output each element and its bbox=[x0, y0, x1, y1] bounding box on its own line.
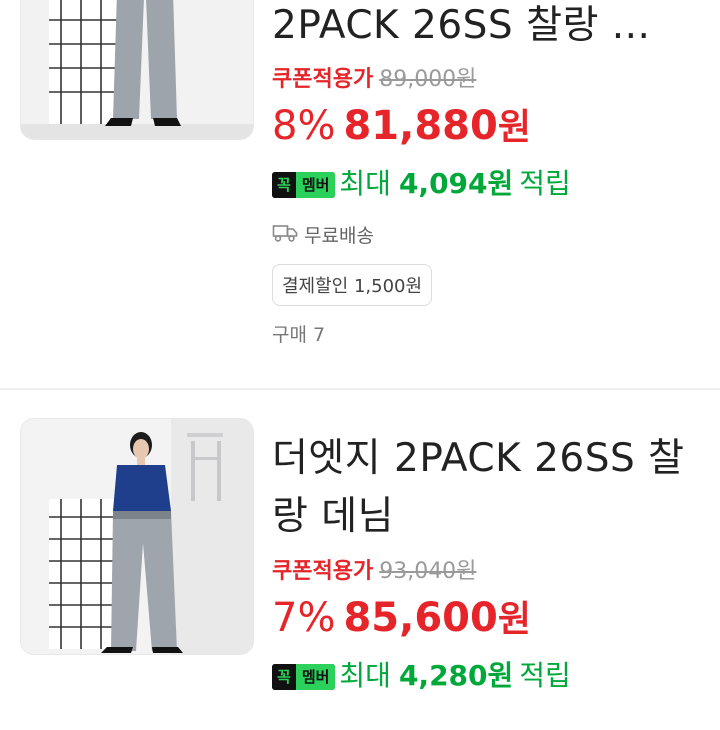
member-reward-row: 꼭 멤버 최대 4,094원 적립 bbox=[272, 160, 710, 208]
member-max-label: 최대 bbox=[339, 167, 391, 200]
payment-discount-chip: 결제할인 1,500원 bbox=[272, 264, 433, 306]
purchase-count: 구매 7 bbox=[272, 324, 326, 346]
member-save-label: 적립 bbox=[519, 659, 571, 692]
member-badge-right: 멤버 bbox=[295, 664, 336, 690]
shipping-label: 무료배송 bbox=[304, 225, 374, 247]
discount-rate: 7% bbox=[272, 595, 336, 641]
sale-price: 81,880 bbox=[343, 103, 498, 149]
member-save-label: 적립 bbox=[519, 167, 571, 200]
member-reward-amount: 4,094원 bbox=[398, 167, 514, 200]
member-max-label: 최대 bbox=[339, 659, 391, 692]
product-image[interactable] bbox=[20, 0, 254, 140]
product-card[interactable]: 더엣지 2PACK 26SS 찰랑 데님 쿠폰적용가 93,040원 7% 85,6… bbox=[0, 390, 720, 730]
coupon-price-row: 쿠폰적용가 93,040원 bbox=[272, 556, 710, 588]
product-info: 더엣지 2PACK 26SS 찰랑 데님 쿠폰적용가 93,040원 7% 85,6… bbox=[272, 430, 710, 700]
sale-price-row: 8% 81,880원 bbox=[272, 98, 710, 154]
original-price: 93,040원 bbox=[379, 559, 477, 584]
truck-icon bbox=[272, 217, 298, 257]
product-title[interactable]: 2PACK 26SS 찰랑 ... bbox=[272, 0, 710, 54]
shipping-row: 무료배송 bbox=[272, 216, 710, 256]
coupon-label: 쿠폰적용가 bbox=[272, 67, 374, 92]
product-card[interactable]: 2PACK 26SS 찰랑 ... 쿠폰적용가 89,000원 8% 81,880원… bbox=[0, 0, 720, 380]
original-price: 89,000원 bbox=[379, 67, 477, 92]
product-title[interactable]: 더엣지 2PACK 26SS 찰랑 데님 bbox=[272, 430, 702, 546]
model-photo bbox=[21, 419, 253, 654]
sale-price-row: 7% 85,600원 bbox=[272, 590, 710, 646]
price-unit: 원 bbox=[497, 599, 531, 640]
coupon-label: 쿠폰적용가 bbox=[272, 559, 374, 584]
discount-rate: 8% bbox=[272, 103, 336, 149]
coupon-price-row: 쿠폰적용가 89,000원 bbox=[272, 64, 710, 96]
member-reward-row: 꼭 멤버 최대 4,280원 적립 bbox=[272, 652, 710, 700]
product-info: 2PACK 26SS 찰랑 ... 쿠폰적용가 89,000원 8% 81,880원… bbox=[272, 0, 710, 347]
sale-price: 85,600 bbox=[343, 595, 498, 641]
member-reward-amount: 4,280원 bbox=[398, 659, 514, 692]
product-image[interactable] bbox=[20, 418, 254, 655]
price-unit: 원 bbox=[497, 107, 531, 148]
member-badge-right: 멤버 bbox=[295, 172, 336, 198]
member-badge: 꼭 멤버 bbox=[272, 664, 336, 690]
model-photo bbox=[21, 0, 253, 139]
member-badge: 꼭 멤버 bbox=[272, 172, 336, 198]
member-badge-left: 꼭 bbox=[272, 664, 296, 690]
member-badge-left: 꼭 bbox=[272, 172, 296, 198]
